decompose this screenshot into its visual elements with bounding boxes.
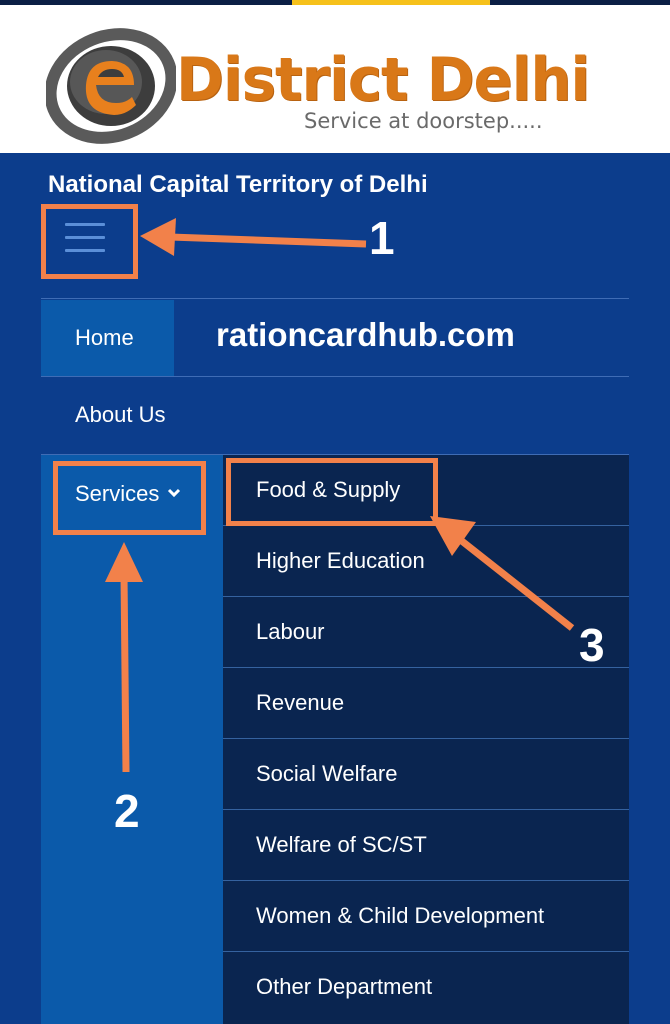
arrow-2-shaft bbox=[120, 573, 130, 773]
arrow-1-shaft bbox=[169, 233, 367, 248]
arrow-1-head bbox=[140, 218, 176, 256]
arrow-3-shaft bbox=[455, 535, 575, 631]
annotation-arrows bbox=[105, 218, 575, 773]
callout-number-2: 2 bbox=[114, 785, 140, 837]
callout-number-1: 1 bbox=[369, 212, 395, 264]
callout-number-3: 3 bbox=[579, 619, 605, 671]
arrow-2-head bbox=[105, 542, 143, 582]
